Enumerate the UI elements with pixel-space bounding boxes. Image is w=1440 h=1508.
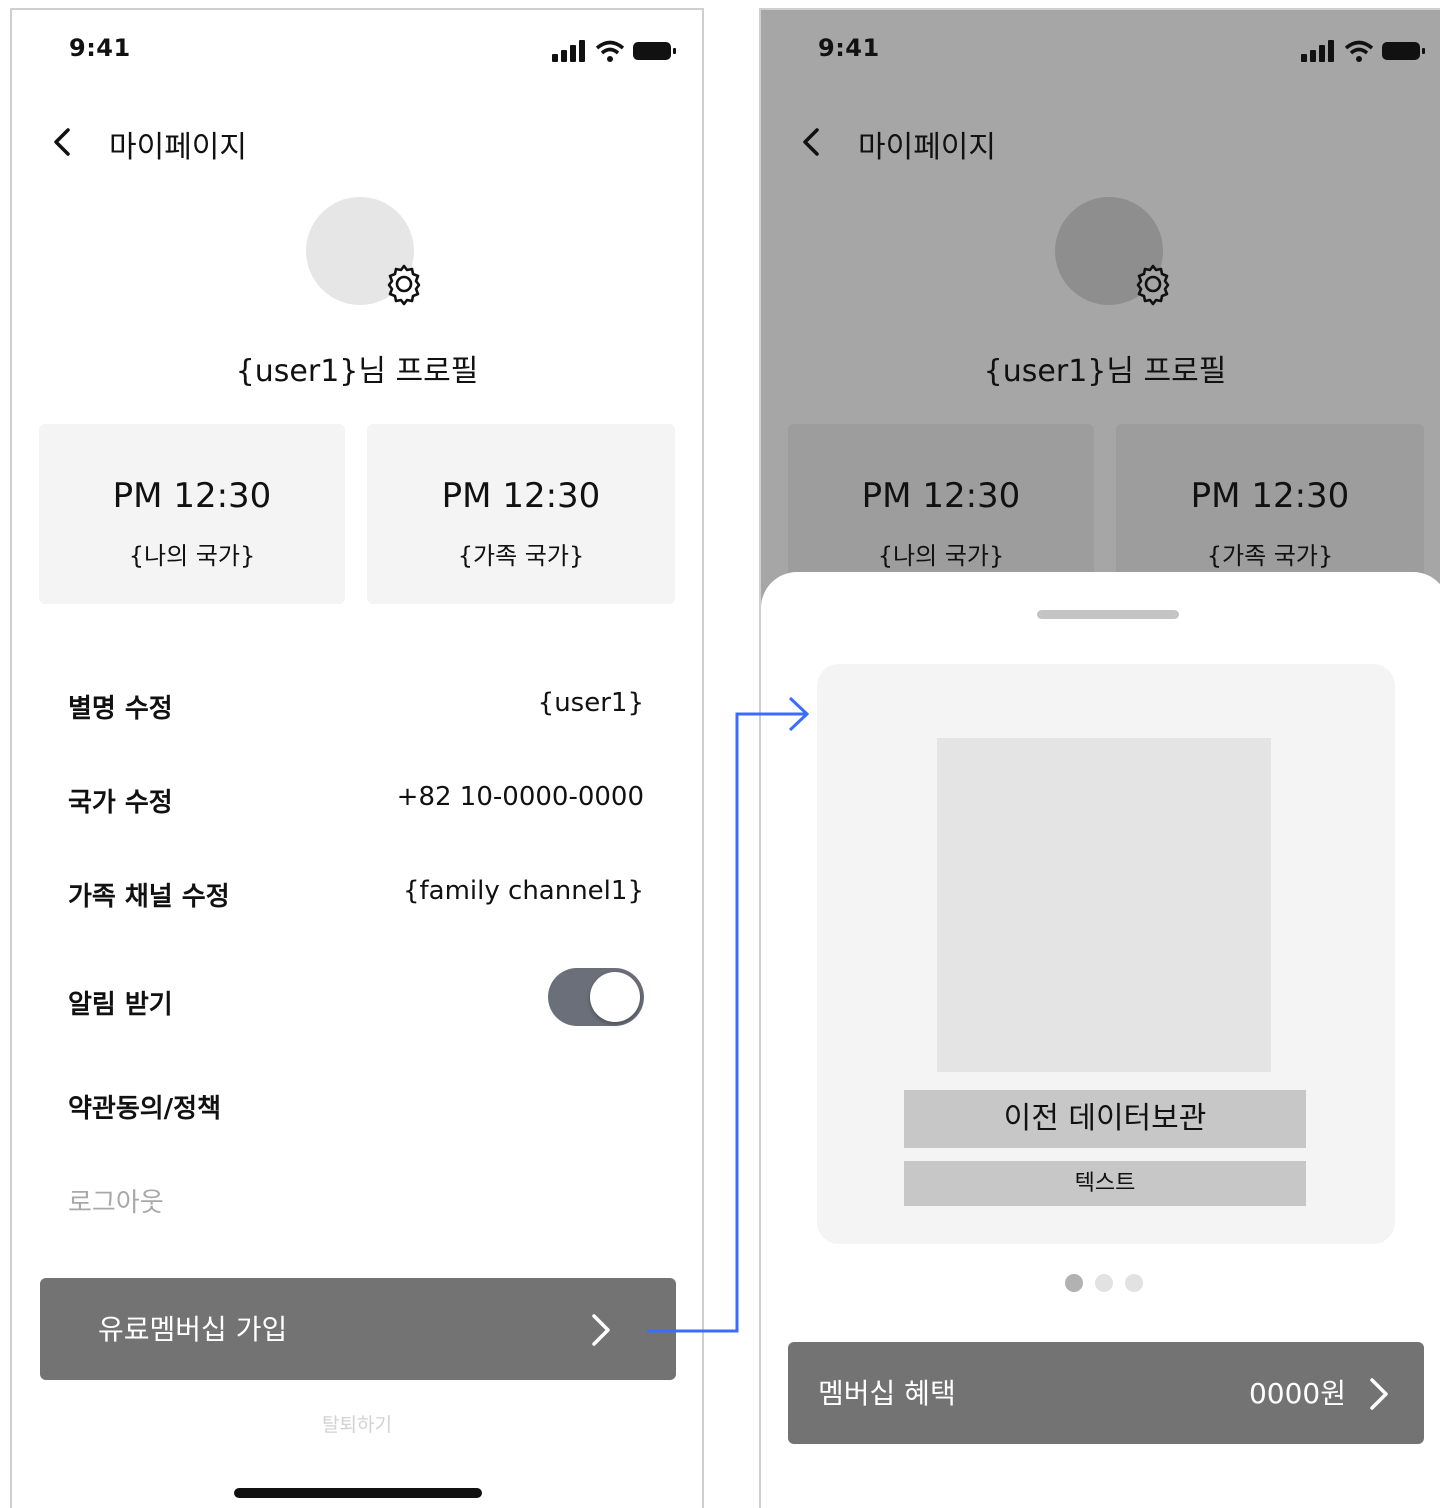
sheet-grabber[interactable] xyxy=(1037,610,1179,619)
wifi-icon xyxy=(595,40,625,62)
slide-image-placeholder xyxy=(937,738,1271,1072)
benefit-label: 멤버십 혜택 xyxy=(818,1377,956,1410)
terms-row[interactable]: 약관동의/정책 xyxy=(68,1080,644,1130)
edit-family-channel-label: 가족 채널 수정 xyxy=(68,882,230,912)
edit-family-channel-row[interactable]: 가족 채널 수정 {family channel1} xyxy=(68,868,644,918)
my-time: PM 12:30 xyxy=(112,476,272,516)
logout-row[interactable]: 로그아웃 xyxy=(68,1174,644,1224)
battery-icon xyxy=(633,42,676,60)
wifi-icon xyxy=(1344,40,1374,62)
family-time: PM 12:30 xyxy=(1190,476,1350,516)
slide-title: 이전 데이터보관 xyxy=(904,1090,1306,1148)
nickname-value: {user1} xyxy=(537,688,644,718)
chevron-right-icon xyxy=(1370,1378,1388,1410)
status-time: 9:41 xyxy=(818,34,880,62)
notifications-label: 알림 받기 xyxy=(68,990,173,1020)
chevron-right-icon xyxy=(592,1314,610,1346)
family-channel-value: {family channel1} xyxy=(402,876,644,906)
page-header: 마이페이지 xyxy=(12,110,702,170)
home-indicator xyxy=(234,1488,482,1498)
my-country: {나의 국가} xyxy=(128,542,256,570)
chevron-left-icon[interactable] xyxy=(44,122,84,162)
withdraw-link[interactable]: 탈퇴하기 xyxy=(12,1410,702,1437)
pager-dot[interactable] xyxy=(1125,1274,1143,1292)
page-title: 마이페이지 xyxy=(109,130,247,165)
status-time: 9:41 xyxy=(69,34,131,62)
notifications-row: 알림 받기 xyxy=(68,968,644,1028)
my-time: PM 12:30 xyxy=(861,476,1021,516)
profile-name: {user1}님 프로필 xyxy=(235,354,479,389)
join-membership-button[interactable]: 유료멤버십 가입 xyxy=(40,1278,676,1380)
profile-name: {user1}님 프로필 xyxy=(983,354,1227,389)
page-title: 마이페이지 xyxy=(858,130,996,165)
page-header: 마이페이지 xyxy=(761,110,1440,170)
terms-label: 약관동의/정책 xyxy=(68,1094,222,1124)
status-bar: 9:41 xyxy=(761,10,1440,90)
family-time-card: PM 12:30 {가족 국가} xyxy=(367,424,675,604)
pager-dot[interactable] xyxy=(1065,1274,1083,1292)
family-country: {가족 국가} xyxy=(1206,542,1334,570)
cellular-signal-icon xyxy=(1301,40,1334,62)
phone-value: +82 10-0000-0000 xyxy=(396,782,644,812)
my-time-card: PM 12:30 {나의 국가} xyxy=(39,424,345,604)
gear-icon[interactable] xyxy=(380,260,428,308)
membership-sheet-screen: 9:41 마이페이지 {user1}님 프로필 PM 12:30 {나의 국가}… xyxy=(759,8,1440,1508)
chevron-left-icon[interactable] xyxy=(793,122,833,162)
edit-nickname-row[interactable]: 별명 수정 {user1} xyxy=(68,680,644,730)
slide-text: 텍스트 xyxy=(904,1161,1306,1206)
membership-benefit-button[interactable]: 멤버십 혜택 0000원 xyxy=(788,1342,1424,1444)
edit-country-row[interactable]: 국가 수정 +82 10-0000-0000 xyxy=(68,774,644,824)
benefit-carousel[interactable]: 이전 데이터보관 텍스트 xyxy=(817,664,1395,1244)
join-membership-label: 유료멤버십 가입 xyxy=(98,1313,288,1346)
battery-icon xyxy=(1382,42,1425,60)
edit-country-label: 국가 수정 xyxy=(68,788,173,818)
gear-icon xyxy=(1136,264,1170,306)
my-country: {나의 국가} xyxy=(877,542,1005,570)
family-country: {가족 국가} xyxy=(457,542,585,570)
status-bar: 9:41 xyxy=(12,10,702,90)
mypage-screen: 9:41 마이페이지 {user1}님 프로필 PM 12:30 {나의 국가}… xyxy=(10,8,704,1508)
notifications-toggle[interactable] xyxy=(548,968,644,1026)
logout-label: 로그아웃 xyxy=(68,1188,164,1218)
pager-dot[interactable] xyxy=(1095,1274,1113,1292)
edit-nickname-label: 별명 수정 xyxy=(68,694,173,724)
membership-bottom-sheet: 이전 데이터보관 텍스트 멤버십 혜택 0000원 xyxy=(761,572,1440,1508)
benefit-price: 0000원 xyxy=(1248,1377,1346,1410)
family-time: PM 12:30 xyxy=(441,476,601,516)
cellular-signal-icon xyxy=(552,40,585,62)
toggle-knob xyxy=(590,972,640,1022)
